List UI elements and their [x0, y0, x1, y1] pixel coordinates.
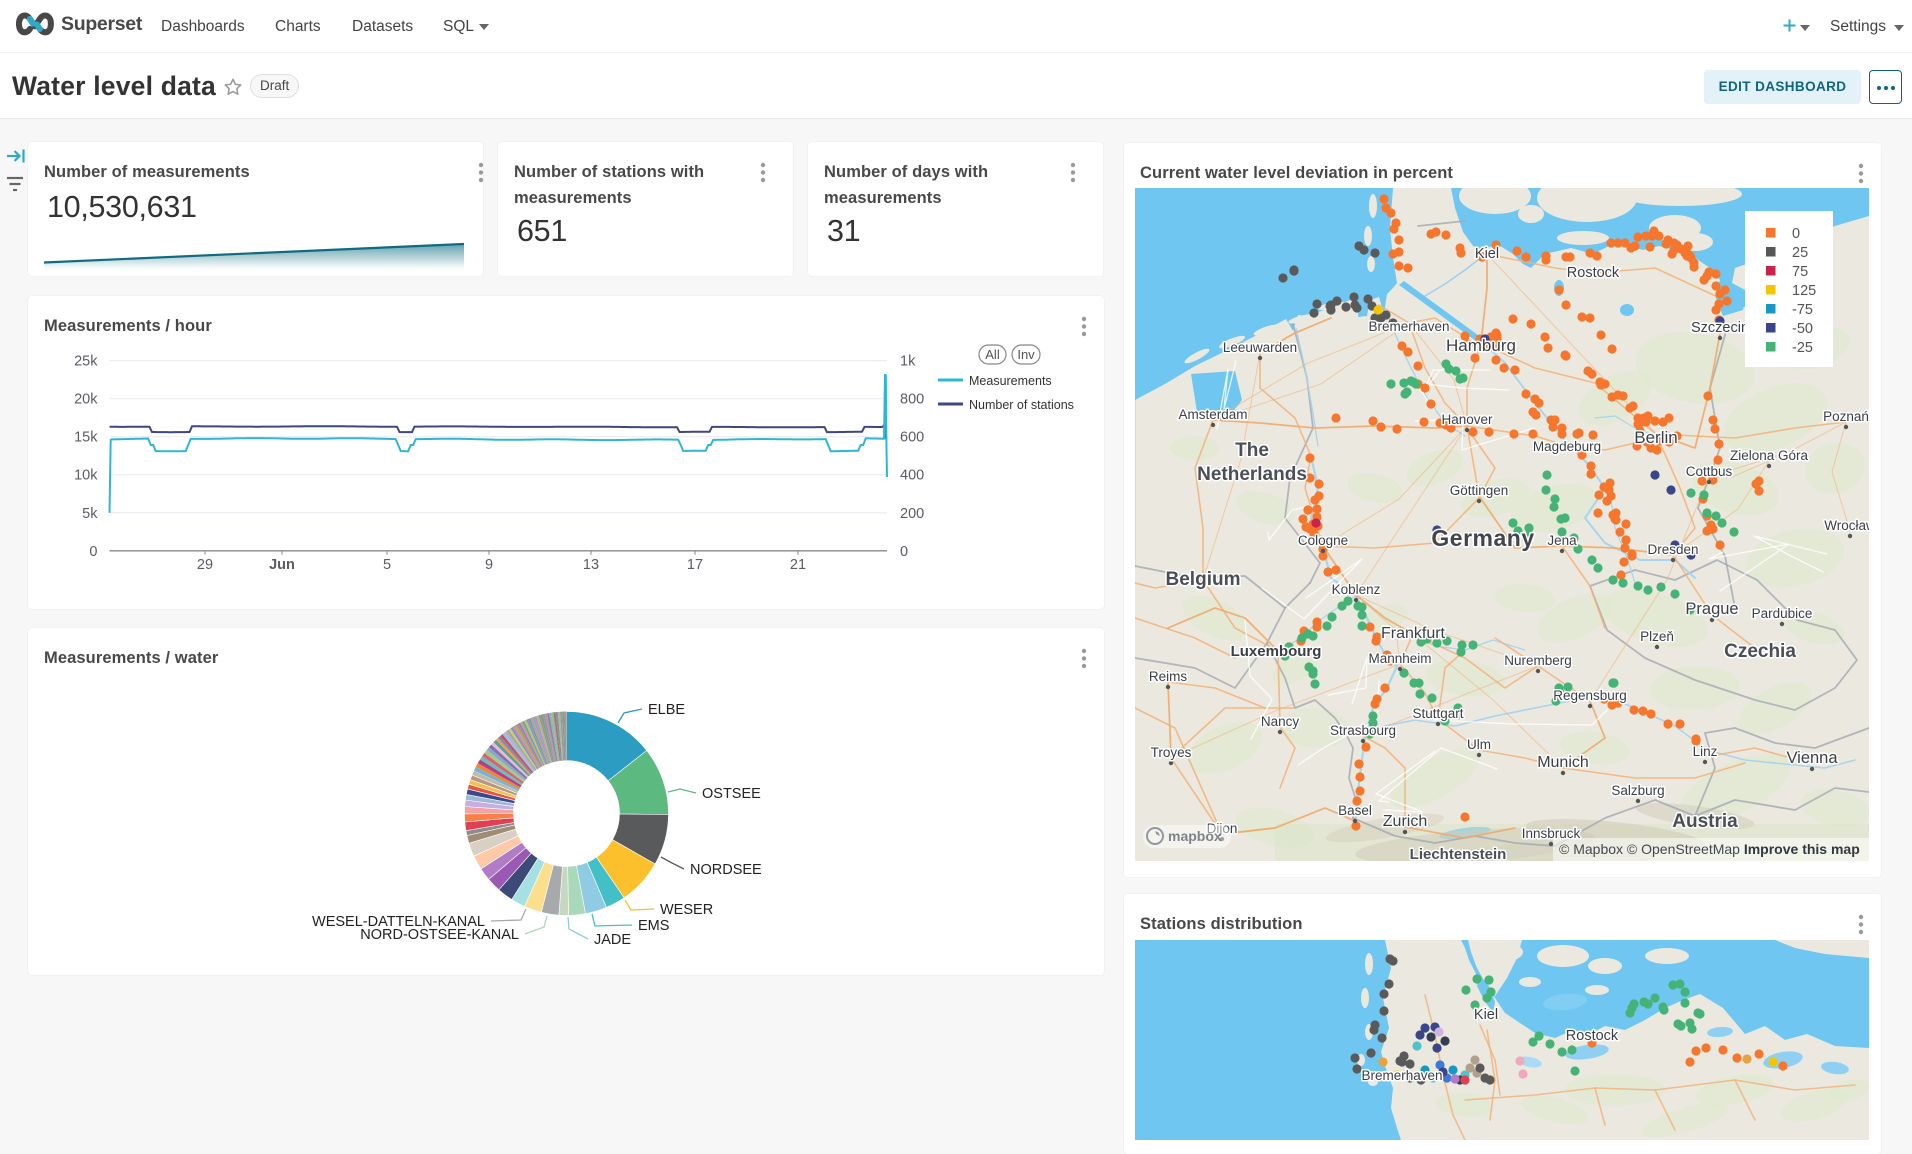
- svg-text:Mannheim: Mannheim: [1368, 651, 1431, 666]
- svg-text:Strasbourg: Strasbourg: [1330, 723, 1396, 738]
- svg-text:Pardubice: Pardubice: [1752, 606, 1813, 621]
- svg-text:Czechia: Czechia: [1724, 641, 1796, 662]
- svg-text:Basel: Basel: [1338, 803, 1372, 818]
- svg-text:Measurements: Measurements: [969, 374, 1052, 388]
- svg-text:Dresden: Dresden: [1647, 542, 1698, 557]
- svg-text:Vienna: Vienna: [1786, 749, 1838, 767]
- svg-text:Liechtenstein: Liechtenstein: [1410, 846, 1507, 861]
- svg-text:Rostock: Rostock: [1567, 265, 1620, 281]
- svg-text:600: 600: [900, 430, 924, 446]
- svg-text:The: The: [1235, 440, 1269, 461]
- svg-text:200: 200: [900, 506, 924, 522]
- svg-text:Stuttgart: Stuttgart: [1412, 706, 1463, 721]
- svg-text:NORDSEE: NORDSEE: [690, 862, 762, 878]
- svg-text:-25: -25: [1792, 340, 1813, 356]
- svg-text:Cologne: Cologne: [1298, 533, 1348, 548]
- svg-text:125: 125: [1792, 283, 1816, 299]
- svg-text:Belgium: Belgium: [1166, 569, 1241, 590]
- svg-text:0: 0: [89, 544, 97, 560]
- svg-text:Regensburg: Regensburg: [1553, 688, 1627, 703]
- svg-text:20k: 20k: [74, 392, 98, 408]
- svg-text:All: All: [985, 347, 1000, 362]
- svg-text:800: 800: [900, 392, 924, 408]
- svg-text:Jena: Jena: [1547, 533, 1577, 548]
- svg-text:Szczecin: Szczecin: [1691, 320, 1749, 336]
- svg-text:5: 5: [383, 557, 391, 573]
- svg-text:Prague: Prague: [1685, 600, 1738, 618]
- svg-text:mapbox: mapbox: [1168, 828, 1222, 844]
- svg-text:Zurich: Zurich: [1383, 813, 1427, 830]
- svg-text:JADE: JADE: [594, 932, 631, 948]
- svg-text:Bremerhaven: Bremerhaven: [1368, 319, 1449, 334]
- svg-text:Göttingen: Göttingen: [1450, 483, 1509, 498]
- svg-text:15k: 15k: [74, 430, 98, 446]
- svg-text:-50: -50: [1792, 321, 1813, 337]
- svg-text:Poznań: Poznań: [1823, 409, 1869, 424]
- svg-text:9: 9: [485, 557, 493, 573]
- svg-text:Koblenz: Koblenz: [1332, 582, 1381, 597]
- svg-text:Frankfurt: Frankfurt: [1381, 625, 1446, 642]
- svg-text:25k: 25k: [74, 354, 98, 370]
- svg-text:Cottbus: Cottbus: [1686, 464, 1733, 479]
- svg-text:Germany: Germany: [1431, 525, 1534, 551]
- svg-text:WESER: WESER: [660, 902, 713, 918]
- svg-text:Nancy: Nancy: [1261, 714, 1300, 729]
- svg-text:25: 25: [1792, 245, 1808, 261]
- svg-text:5k: 5k: [82, 506, 98, 522]
- svg-text:ELBE: ELBE: [648, 702, 685, 718]
- svg-text:Troyes: Troyes: [1151, 745, 1192, 760]
- svg-text:Linz: Linz: [1693, 744, 1718, 759]
- svg-text:400: 400: [900, 468, 924, 484]
- svg-text:10k: 10k: [74, 468, 98, 484]
- svg-text:Berlin: Berlin: [1634, 428, 1677, 447]
- svg-text:17: 17: [687, 557, 703, 573]
- svg-text:29: 29: [197, 557, 213, 573]
- svg-text:1k: 1k: [900, 354, 916, 370]
- svg-text:-75: -75: [1792, 302, 1813, 318]
- svg-text:0: 0: [1792, 226, 1800, 242]
- svg-text:Zielona Góra: Zielona Góra: [1730, 448, 1809, 463]
- svg-text:Kiel: Kiel: [1475, 246, 1499, 262]
- svg-text:Hamburg: Hamburg: [1446, 336, 1516, 355]
- svg-text:Luxembourg: Luxembourg: [1231, 643, 1322, 660]
- svg-text:Salzburg: Salzburg: [1611, 783, 1664, 798]
- svg-text:13: 13: [583, 557, 599, 573]
- svg-text:Kiel: Kiel: [1474, 1007, 1498, 1023]
- svg-text:Nuremberg: Nuremberg: [1504, 653, 1572, 668]
- svg-text:EMS: EMS: [638, 918, 669, 934]
- svg-text:Jun: Jun: [269, 557, 295, 573]
- svg-text:Munich: Munich: [1537, 754, 1589, 771]
- svg-text:Number of stations: Number of stations: [969, 398, 1074, 412]
- svg-text:© Mapbox © OpenStreetMap Impro: © Mapbox © OpenStreetMap Improve this ma…: [1559, 841, 1860, 857]
- svg-text:Netherlands: Netherlands: [1197, 464, 1307, 485]
- svg-text:Plzeň: Plzeň: [1640, 629, 1674, 644]
- svg-text:Magdeburg: Magdeburg: [1533, 439, 1601, 454]
- svg-text:Wrocław: Wrocław: [1824, 518, 1869, 533]
- svg-text:Ulm: Ulm: [1467, 737, 1491, 752]
- svg-text:0: 0: [900, 544, 908, 560]
- svg-text:Rostock: Rostock: [1566, 1028, 1619, 1044]
- svg-text:75: 75: [1792, 264, 1808, 280]
- svg-text:OSTSEE: OSTSEE: [702, 786, 761, 802]
- svg-text:Amsterdam: Amsterdam: [1178, 407, 1247, 422]
- svg-text:Inv: Inv: [1017, 347, 1035, 362]
- svg-text:Leeuwarden: Leeuwarden: [1223, 340, 1297, 355]
- svg-text:WESEL-DATTELN-KANAL: WESEL-DATTELN-KANAL: [312, 914, 485, 930]
- svg-text:Austria: Austria: [1672, 811, 1738, 832]
- svg-text:21: 21: [790, 557, 806, 573]
- svg-text:Reims: Reims: [1149, 669, 1188, 684]
- svg-text:Hanover: Hanover: [1441, 412, 1493, 427]
